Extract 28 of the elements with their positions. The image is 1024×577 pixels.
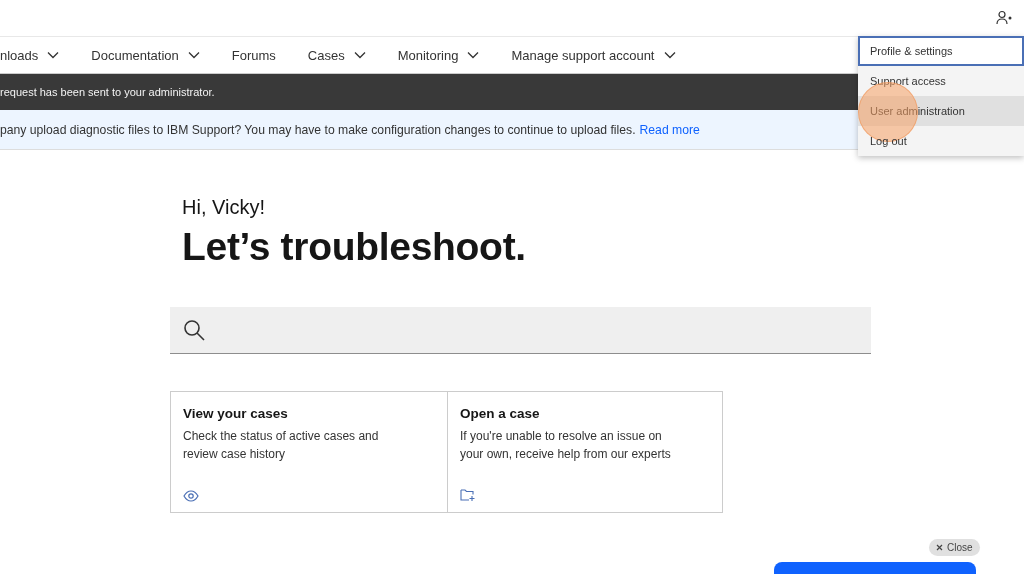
close-button[interactable]: Close bbox=[929, 539, 980, 556]
notification-text: request has been sent to your administrator. bbox=[0, 86, 215, 98]
banner-text: pany upload diagnostic files to IBM Support? You may have to make configuration changes to continue to upload files. bbox=[0, 122, 636, 137]
menu-item[interactable]: Support access bbox=[858, 66, 1024, 96]
card-description: If you're unable to resolve an issue on your own, receive help from our experts bbox=[460, 428, 672, 463]
nav-item[interactable]: Manage support account bbox=[495, 37, 692, 73]
search-field[interactable] bbox=[170, 307, 871, 354]
menu-item[interactable]: User administration bbox=[858, 96, 1024, 126]
folder-add-icon bbox=[460, 488, 475, 502]
nav-item[interactable]: Documentation bbox=[75, 37, 216, 73]
action-card[interactable]: View your cases Check the status of active cases and review case history bbox=[171, 392, 447, 512]
eye-icon bbox=[183, 490, 199, 502]
nav-item[interactable]: Monitoring bbox=[381, 37, 496, 73]
close-icon bbox=[936, 544, 943, 551]
search-icon bbox=[183, 319, 205, 341]
nav-item[interactable]: Cases bbox=[291, 37, 382, 73]
nav-item[interactable]: Forums bbox=[215, 37, 292, 73]
action-card[interactable]: Open a case If you're unable to resolve an issue on your own, receive help from our experts bbox=[447, 392, 724, 512]
card-title: View your cases bbox=[183, 406, 289, 421]
greeting-text: Hi, Vicky! bbox=[182, 196, 266, 219]
page-heading: Let’s troubleshoot. bbox=[182, 225, 527, 269]
menu-item[interactable]: Log out bbox=[858, 126, 1024, 156]
read-more-link[interactable]: Read more bbox=[639, 122, 700, 137]
card-title: Open a case bbox=[460, 406, 541, 421]
user-icon[interactable] bbox=[996, 10, 1012, 26]
nav-item[interactable]: nloads bbox=[0, 37, 76, 73]
menu-item[interactable]: Profile & settings bbox=[858, 36, 1024, 66]
card-description: Check the status of active cases and review case history bbox=[183, 428, 380, 463]
